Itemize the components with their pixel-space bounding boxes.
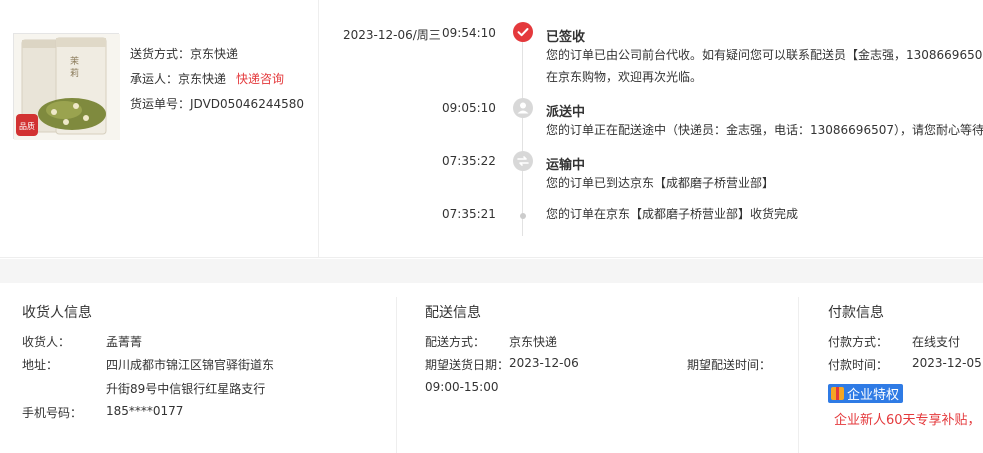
panel-divider: [318, 0, 319, 258]
shipping-method-value: 京东快递: [190, 47, 239, 61]
tracking-number-value: JDVD05046244580: [190, 97, 304, 111]
timeline-time: 09:54:10: [442, 26, 496, 40]
payment-info-title: 付款信息: [828, 305, 884, 321]
address-line-2: 升街89号中信银行红星路支行: [106, 382, 266, 396]
carrier-label: 承运人：: [130, 72, 179, 86]
expected-date-label: 期望送货日期：: [425, 358, 510, 372]
receiver-name-label: 收货人：: [22, 335, 71, 349]
payment-time-value: 2023-12-05 1: [912, 356, 983, 370]
delivery-inquiry-link[interactable]: 快递咨询: [236, 70, 284, 88]
svg-text:品质: 品质: [19, 121, 35, 131]
timeline-description: 您的订单在京东【成都磨子桥营业部】收货完成: [546, 207, 799, 221]
expected-time-label: 期望配送时间：: [687, 358, 772, 372]
payment-method-label: 付款方式：: [828, 335, 889, 349]
product-image[interactable]: 茉 莉 品质: [13, 33, 120, 140]
timeline-status-title: 已签收: [546, 30, 586, 45]
delivery-info-title: 配送信息: [425, 305, 481, 321]
tracking-number-label: 货运单号：: [130, 97, 191, 111]
enterprise-privilege-label: 企业特权: [847, 388, 900, 403]
payment-method-value: 在线支付: [912, 335, 961, 349]
expected-time-window: 09:00-15:00: [425, 380, 499, 394]
carrier-value: 京东快递: [178, 72, 227, 86]
shipping-method-label: 送货方式：: [130, 47, 191, 61]
enterprise-promo-link[interactable]: 企业新人60天专享补贴，: [834, 409, 981, 428]
timeline-description: 在京东购物，欢迎再次光临。: [546, 70, 703, 84]
timeline-date: 2023-12-06/周三: [343, 28, 441, 42]
section-gap: [0, 259, 983, 283]
phone-value: 185****0177: [106, 404, 184, 418]
transport-icon: [513, 151, 533, 174]
timeline-description: 您的订单已由公司前台代收。如有疑问您可以联系配送员【金志强，1308669650…: [546, 48, 983, 62]
address-line-1: 四川成都市锦江区锦官驿街道东: [106, 358, 275, 372]
timeline-time: 07:35:22: [442, 154, 496, 168]
dot-icon: [519, 209, 527, 223]
svg-text:莉: 莉: [70, 67, 79, 79]
timeline-time: 07:35:21: [442, 207, 496, 221]
timeline-time: 09:05:10: [442, 101, 496, 115]
delivery-method-value: 京东快递: [509, 335, 558, 349]
column-divider: [798, 297, 799, 453]
timeline-description: 您的订单正在配送途中（快递员：金志强，电话：13086696507），请您耐心等…: [546, 123, 983, 137]
svg-text:茉: 茉: [70, 55, 79, 67]
receiver-name-value: 孟菁菁: [106, 335, 143, 349]
payment-time-label: 付款时间：: [828, 358, 889, 372]
timeline-status-title: 运输中: [546, 158, 586, 173]
delivery-person-icon: [513, 98, 533, 121]
receiver-info-title: 收货人信息: [22, 305, 92, 321]
delivery-method-label: 配送方式：: [425, 335, 486, 349]
timeline-description: 您的订单已到达京东【成都磨子桥营业部】: [546, 176, 775, 190]
column-divider: [396, 297, 397, 453]
check-circle-icon: [513, 22, 533, 45]
expected-date-value: 2023-12-06: [509, 356, 579, 370]
timeline-line: [522, 36, 523, 236]
address-label: 地址：: [22, 358, 59, 372]
enterprise-privilege-badge[interactable]: 企业特权: [828, 384, 904, 403]
timeline-status-title: 派送中: [546, 105, 586, 120]
gift-icon: [831, 387, 844, 400]
phone-label: 手机号码：: [22, 406, 83, 420]
